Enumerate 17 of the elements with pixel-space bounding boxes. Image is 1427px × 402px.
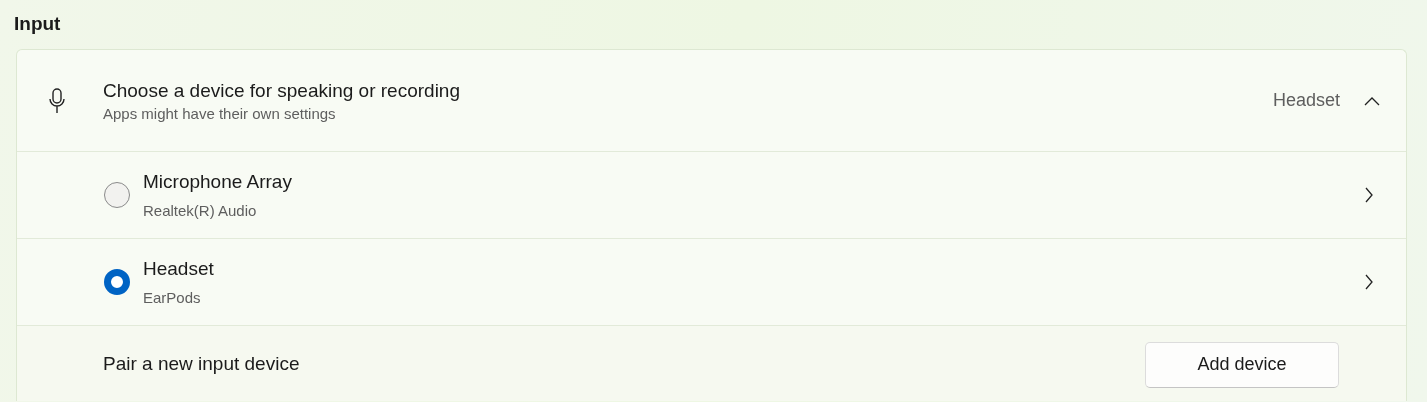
setting-title: Choose a device for speaking or recording [103, 78, 461, 103]
current-device: Headset [1272, 90, 1340, 111]
chevron-right-icon [1364, 274, 1374, 290]
section-title: Input [14, 12, 62, 36]
add-device-button[interactable]: Add device [1145, 341, 1339, 388]
device-detail: Realtek(R) Audio [143, 201, 258, 221]
device-name: Microphone Array [143, 170, 293, 194]
setting-description: Apps might have their own settings [103, 103, 337, 124]
radio-button[interactable] [104, 269, 130, 295]
pair-label: Pair a new input device [103, 352, 300, 375]
radio-button[interactable] [104, 182, 130, 208]
device-chooser-header[interactable]: Choose a device for speaking or recording Apps might have their own settings Headset [17, 50, 1406, 152]
device-name: Headset [143, 257, 215, 281]
chevron-right-icon [1364, 187, 1374, 203]
microphone-icon [49, 87, 65, 114]
device-detail: EarPods [143, 288, 202, 308]
device-row[interactable]: Microphone Array Realtek(R) Audio [17, 152, 1406, 239]
